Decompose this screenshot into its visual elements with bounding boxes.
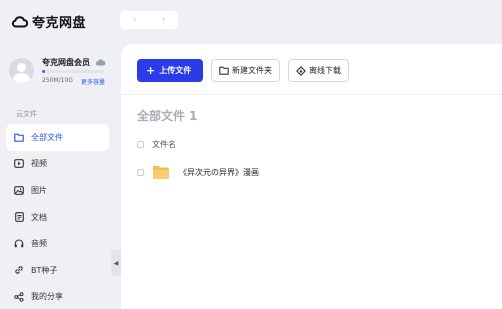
image-icon	[14, 185, 24, 195]
cloud-badge-icon	[95, 59, 106, 66]
top-bar: 夸克网盘 ‹ ›	[0, 0, 502, 42]
plus-icon: +	[146, 64, 156, 77]
toolbar-divider	[121, 94, 502, 95]
section-title-cloud-files: 云文件	[16, 110, 37, 118]
user-name: 夸克网盘会员	[42, 58, 90, 67]
document-icon	[14, 212, 24, 222]
chevron-left-icon: ◀	[113, 259, 119, 267]
sidebar-item-label: 音频	[31, 239, 47, 249]
file-list-header: 文件名	[137, 137, 497, 151]
sidebar-item-all-files[interactable]: 全部文件	[6, 124, 109, 151]
sidebar-item-audio[interactable]: 音频	[6, 230, 109, 257]
column-header-filename[interactable]: 文件名	[152, 139, 176, 150]
headphones-icon	[14, 239, 24, 249]
file-count: 1	[189, 109, 198, 123]
folder-icon	[152, 165, 170, 180]
collapse-sidebar-button[interactable]: ◀	[111, 250, 121, 276]
share-icon	[14, 292, 24, 302]
quota-progress-fill	[42, 70, 46, 73]
table-row[interactable]: 《异次元の异界》漫画	[137, 161, 497, 183]
sidebar-item-label: 视频	[31, 159, 47, 169]
row-checkbox[interactable]	[137, 168, 144, 176]
more-capacity-link[interactable]: 更多容量	[81, 77, 105, 86]
new-folder-label: 新建文件夹	[232, 66, 272, 75]
sidebar-item-label: 我的分享	[31, 292, 63, 302]
sidebar-nav: 全部文件 视频 图片 文档 音频 BT种子 我的分享	[6, 124, 109, 309]
user-card[interactable]: 夸克网盘会员 250M/10G 更多容量	[9, 56, 119, 92]
toolbar: + 上传文件 新建文件夹 离线下载	[137, 59, 349, 82]
cloud-logo-icon	[11, 16, 28, 28]
page-title-text: 全部文件	[137, 109, 186, 123]
video-icon	[14, 159, 24, 169]
folder-icon	[14, 132, 24, 142]
upload-file-label: 上传文件	[159, 66, 192, 75]
sidebar-item-label: 文档	[31, 212, 47, 222]
sidebar-item-images[interactable]: 图片	[6, 177, 109, 204]
avatar[interactable]	[9, 58, 34, 83]
main-panel: + 上传文件 新建文件夹 离线下载 全部文件 1 文件名 《异次元の异界》漫画	[121, 44, 502, 309]
upload-file-button[interactable]: + 上传文件	[137, 59, 203, 82]
sidebar-item-label: BT种子	[31, 265, 58, 275]
offline-download-button[interactable]: 离线下载	[288, 59, 349, 82]
sidebar-item-my-shares[interactable]: 我的分享	[6, 284, 109, 309]
sidebar-item-label: 图片	[31, 185, 47, 195]
sidebar-item-bt-torrent[interactable]: BT种子	[6, 257, 109, 284]
quota-progress-bar	[42, 70, 104, 73]
sidebar-item-label: 全部文件	[31, 132, 63, 142]
page-title: 全部文件 1	[137, 107, 197, 124]
sidebar: 夸克网盘会员 250M/10G 更多容量 云文件 全部文件 视频 图片 文档 音…	[0, 42, 121, 309]
app-logo: 夸克网盘	[11, 12, 86, 31]
file-name: 《异次元の异界》漫画	[179, 167, 259, 177]
folder-add-icon	[219, 66, 229, 76]
link-icon	[14, 265, 24, 275]
new-folder-button[interactable]: 新建文件夹	[211, 59, 280, 82]
offline-download-label: 离线下载	[309, 66, 341, 75]
forward-button[interactable]: ›	[155, 15, 173, 25]
app-title: 夸克网盘	[32, 16, 87, 31]
back-button[interactable]: ‹	[126, 15, 144, 25]
offline-download-icon	[296, 65, 306, 76]
history-navigation: ‹ ›	[120, 11, 178, 29]
sidebar-item-documents[interactable]: 文档	[6, 204, 109, 231]
sidebar-item-video[interactable]: 视频	[6, 151, 109, 178]
select-all-checkbox[interactable]	[137, 140, 144, 148]
quota-text: 250M/10G	[42, 77, 73, 84]
